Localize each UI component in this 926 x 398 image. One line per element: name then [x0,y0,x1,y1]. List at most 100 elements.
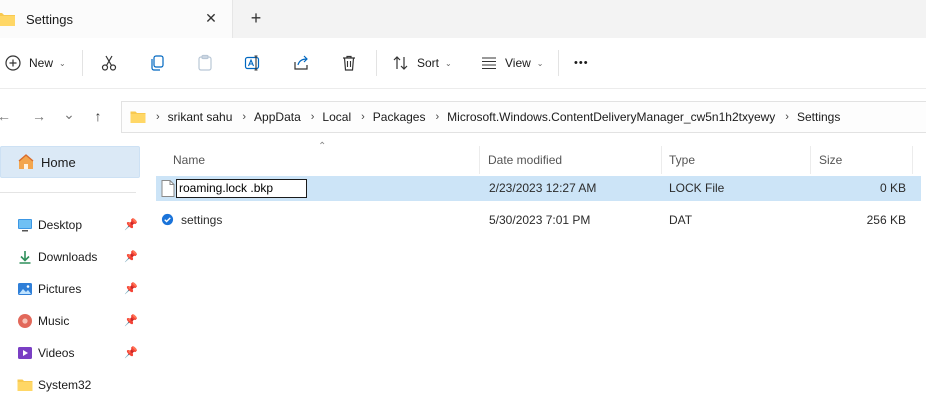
pictures-icon [18,283,32,295]
sidebar-item-videos[interactable]: Videos 📌 [0,340,142,366]
share-button[interactable] [292,52,310,74]
sidebar-item-label: Videos [38,346,75,360]
sort-ascending-icon: ⌃ [318,141,327,152]
folder-icon [17,379,33,391]
sidebar-item-desktop[interactable]: Desktop 📌 [0,212,142,238]
pin-icon[interactable]: 📌 [124,314,138,327]
chevron-right-icon: › [156,111,160,123]
recent-locations-button[interactable]: ⌄ [59,106,79,124]
tab-settings[interactable]: Settings ✕ [0,0,233,38]
sidebar-item-music[interactable]: Music 📌 [0,308,142,334]
close-tab-icon[interactable]: ✕ [202,9,220,27]
date-modified-cell: 2/23/2023 12:27 AM [489,181,597,195]
chevron-right-icon[interactable]: › [311,111,315,123]
rename-input[interactable]: roaming.lock .bkp [176,179,307,198]
size-cell: 256 KB [866,213,906,227]
size-cell: 0 KB [879,181,906,195]
sidebar-item-home[interactable]: Home [0,146,140,178]
view-label: View [505,56,531,70]
column-header-label: Size [819,153,843,167]
column-header-date[interactable]: Date modified [488,146,562,174]
toolbar-divider [82,50,83,76]
copy-icon [151,55,164,71]
pin-icon[interactable]: 📌 [124,282,138,295]
chevron-right-icon[interactable]: › [785,111,789,123]
sort-label: Sort [417,56,440,70]
breadcrumb-item[interactable]: Local [322,110,351,124]
copy-button[interactable] [148,52,166,74]
chevron-right-icon[interactable]: › [435,111,439,123]
column-divider[interactable] [912,146,913,174]
more-icon: ••• [574,57,589,69]
address-bar[interactable]: › srikant sahu › AppData › Local › Packa… [121,101,926,133]
back-button[interactable]: ← [0,108,14,126]
sidebar-item-pictures[interactable]: Pictures 📌 [0,276,142,302]
sidebar-item-downloads[interactable]: Downloads 📌 [0,244,142,270]
pin-icon[interactable]: 📌 [124,346,138,359]
sync-status-icon [161,213,174,226]
home-icon [18,154,34,169]
sidebar-item-label: Pictures [38,282,82,296]
column-divider[interactable] [479,146,480,174]
sidebar-item-label: Desktop [38,218,83,232]
breadcrumb-item[interactable]: srikant sahu [168,110,233,124]
folder-icon [130,111,146,123]
folder-icon [0,13,15,26]
pin-icon[interactable]: 📌 [124,218,138,231]
chevron-right-icon[interactable]: › [242,111,246,123]
new-tab-button[interactable]: + [246,8,266,28]
breadcrumb-item[interactable]: Settings [797,110,840,124]
up-button[interactable]: ↑ [88,108,108,126]
column-header-name[interactable]: Name [173,146,205,174]
breadcrumb-item[interactable]: Microsoft.Windows.ContentDeliveryManager… [447,110,775,124]
table-row[interactable]: roaming.lock .bkp 2/23/2023 12:27 AM LOC… [156,176,921,201]
chevron-down-icon: ⌄ [536,58,544,68]
column-header-label: Name [173,153,206,167]
rename-button[interactable] [244,52,262,74]
tab-title: Settings [26,12,73,27]
sort-icon [393,56,408,70]
clipboard-icon [198,54,212,71]
breadcrumb-item[interactable]: AppData [254,110,301,124]
view-list-icon [482,57,496,70]
chevron-down-icon: ⌄ [59,58,66,68]
sort-button[interactable]: Sort ⌄ [392,52,452,74]
new-button[interactable]: New ⌄ [4,52,66,74]
trash-icon [343,55,355,71]
rename-icon [244,55,260,71]
paste-button[interactable] [196,52,214,74]
scissors-icon [101,55,117,71]
navigation-pane: Home Desktop 📌 Downloads 📌 Pictures 📌 Mu… [0,146,142,392]
desktop-icon [18,219,32,232]
sidebar-item-system32[interactable]: System32 [0,372,142,398]
column-header-size[interactable]: Size [819,146,842,174]
table-row[interactable]: settings 5/30/2023 7:01 PM DAT 256 KB [156,208,921,233]
file-name-cell: settings [181,213,223,227]
sidebar-item-label: Music [38,314,70,328]
type-cell: DAT [669,213,693,227]
share-icon [294,55,308,70]
more-options-button[interactable]: ••• [574,52,589,74]
toolbar-divider [558,50,559,76]
chevron-down-icon: ⌄ [445,58,452,68]
cut-button[interactable] [100,52,118,74]
column-divider[interactable] [661,146,662,174]
sidebar-item-label: Downloads [38,250,98,264]
music-icon [18,314,32,328]
column-header-type[interactable]: Type [669,146,695,174]
date-modified-cell: 5/30/2023 7:01 PM [489,213,591,227]
download-icon [19,251,31,264]
videos-icon [18,347,32,359]
column-header-label: Date modified [488,153,563,167]
sidebar-item-label: System32 [38,378,92,392]
type-cell: LOCK File [669,181,725,195]
forward-button[interactable]: → [29,108,49,126]
breadcrumb-item[interactable]: Packages [373,110,426,124]
delete-button[interactable] [340,52,358,74]
column-divider[interactable] [810,146,811,174]
toolbar-divider [376,50,377,76]
view-button[interactable]: View ⌄ [480,52,544,74]
divider [0,192,136,193]
pin-icon[interactable]: 📌 [124,250,138,263]
chevron-right-icon[interactable]: › [361,111,365,123]
